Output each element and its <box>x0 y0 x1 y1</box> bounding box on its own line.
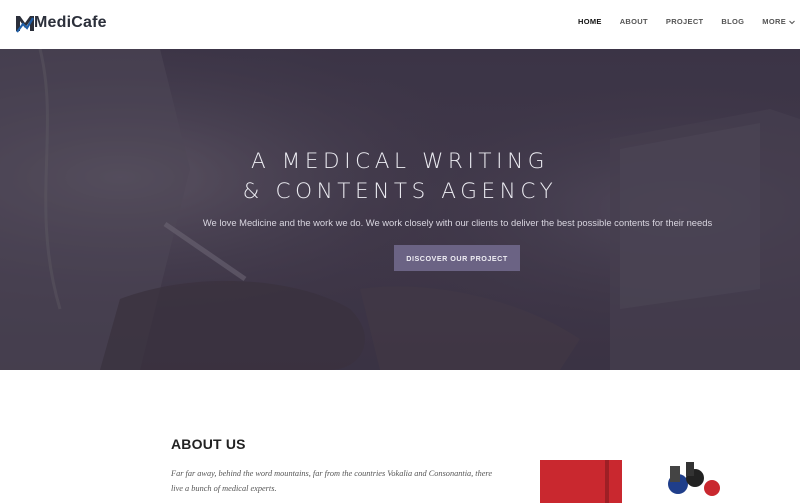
about-image <box>540 460 720 503</box>
about-section: ABOUT US Far far away, behind the word m… <box>0 370 800 503</box>
chevron-down-icon <box>789 20 795 24</box>
nav-item-project[interactable]: PROJECT <box>666 17 704 26</box>
nav-item-more-label: MORE <box>762 17 786 26</box>
hero-title-line-2: & CONTENTS AGENCY <box>242 179 558 204</box>
hero-section: A MEDICAL WRITING & CONTENTS AGENCY We l… <box>0 49 800 370</box>
hero-subtitle: We love Medicine and the work we do. We … <box>202 217 713 228</box>
hero-title: A MEDICAL WRITING & CONTENTS AGENCY <box>0 147 800 207</box>
hero-title-line-1: A MEDICAL WRITING <box>250 149 550 174</box>
nav-item-about[interactable]: ABOUT <box>620 17 648 26</box>
about-title: ABOUT US <box>171 436 246 452</box>
about-text: Far far away, behind the word mountains,… <box>171 469 493 493</box>
nav-item-home[interactable]: HOME <box>578 17 602 26</box>
brand-name: MediCafe <box>34 14 107 31</box>
nav-item-more[interactable]: MORE <box>762 17 796 26</box>
site-header: MediCafe HOME ABOUT PROJECT BLOG MORE <box>0 0 800 49</box>
main-nav: HOME ABOUT PROJECT BLOG MORE <box>560 17 796 26</box>
logo-mark-icon <box>16 16 34 33</box>
logo[interactable]: MediCafe <box>14 11 107 35</box>
discover-project-button[interactable]: DISCOVER OUR PROJECT <box>394 245 520 271</box>
hero-overlay <box>0 49 800 370</box>
nav-item-blog[interactable]: BLOG <box>721 17 744 26</box>
